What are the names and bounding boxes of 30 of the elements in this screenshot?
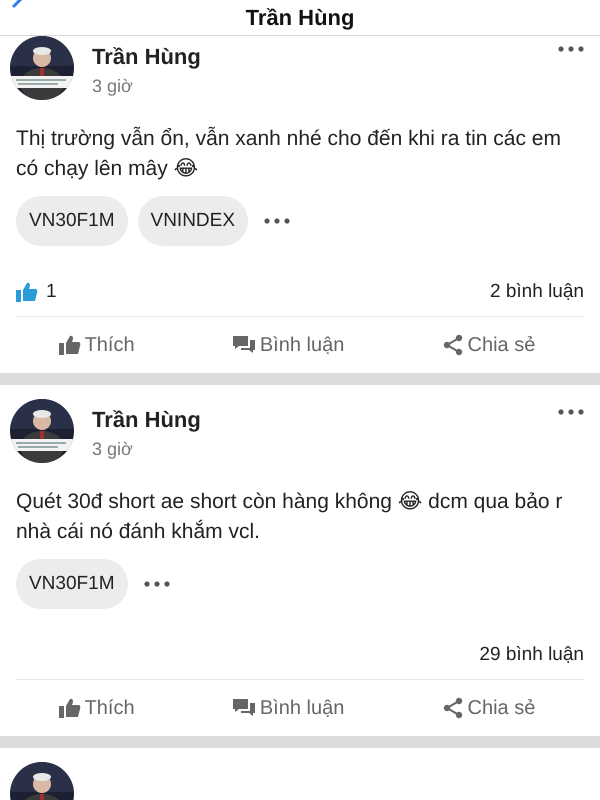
author-name[interactable]: Trần Hùng — [92, 44, 540, 70]
ticker-tag[interactable]: VN30F1M — [16, 559, 128, 609]
comment-count[interactable]: 2 bình luận — [490, 281, 584, 303]
more-icon[interactable] — [264, 218, 290, 224]
chat-icon — [232, 335, 256, 355]
share-icon — [442, 697, 464, 719]
more-icon[interactable] — [144, 581, 170, 587]
like-icon — [16, 282, 38, 302]
more-icon[interactable] — [558, 409, 584, 415]
page-title: Trần Hùng — [246, 5, 354, 31]
comment-count[interactable]: 29 bình luận — [479, 644, 584, 666]
action-button[interactable]: Bình luận — [226, 332, 350, 358]
action-button[interactable]: Bình luận — [226, 696, 350, 720]
action-button[interactable]: Thích — [52, 696, 141, 720]
post-text: Quét 30đ short ae short còn hàng không 😂 dcm qua bảo r nhà cái nó đánh khắm vcl. — [16, 489, 564, 545]
author-name[interactable]: Trần Hùng — [92, 407, 540, 433]
action-button[interactable]: Thích — [52, 332, 141, 358]
action-button[interactable]: Chia sẻ — [436, 696, 542, 720]
action-button[interactable]: Chia sẻ — [436, 332, 542, 358]
ticker-tag[interactable]: VN30F1M — [16, 196, 128, 246]
thumbs-up-icon — [58, 698, 81, 718]
ticker-tag[interactable]: VNINDEX — [138, 196, 248, 246]
chat-icon — [232, 698, 256, 718]
post-time: 3 giờ — [92, 439, 134, 460]
share-icon — [442, 334, 464, 356]
thumbs-up-icon — [58, 335, 81, 355]
post-text: Thị trường vẫn ổn, vẫn xanh nhé cho đến khi ra tin các em có chạy lên mây 😂 — [16, 126, 562, 182]
more-icon[interactable] — [558, 46, 584, 52]
like-count: 1 — [46, 281, 57, 303]
post-time: 3 giờ — [92, 76, 134, 97]
